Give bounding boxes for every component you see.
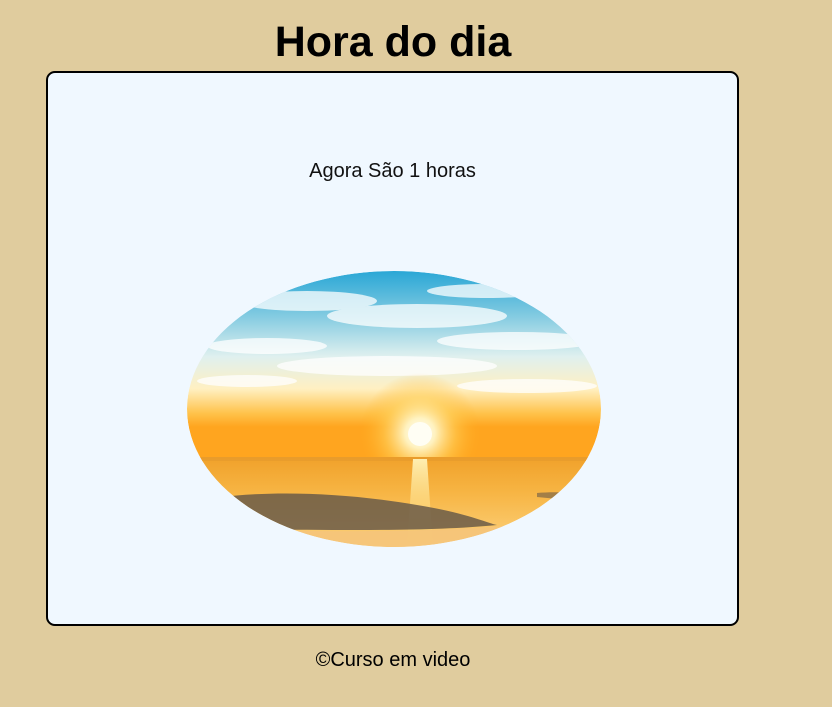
page-title: Hora do dia	[274, 18, 512, 66]
footer-copyright: ©Curso em video	[315, 649, 471, 671]
time-message: Agora São 1 horas	[309, 160, 476, 182]
clock-card: Agora São 1 horas	[46, 71, 739, 626]
sunrise-image	[187, 271, 601, 547]
